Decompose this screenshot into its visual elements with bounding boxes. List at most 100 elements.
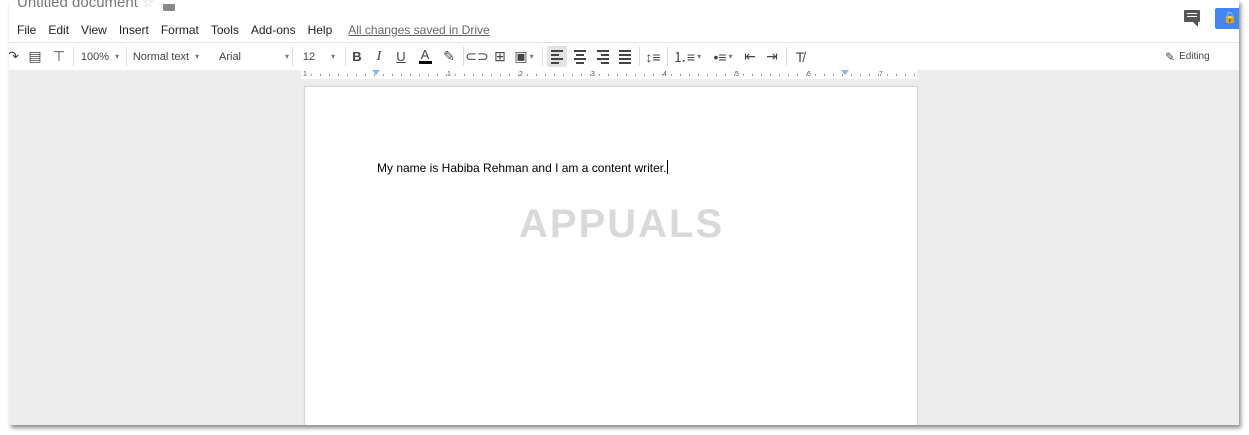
ruler-number: 4 (663, 71, 667, 78)
ruler-tick (752, 74, 753, 76)
underline-label: U (396, 49, 406, 64)
ruler-tick (914, 74, 915, 76)
ruler-tick (905, 74, 906, 76)
ruler-tick (455, 74, 456, 76)
ruler-tick (401, 74, 402, 76)
ruler-tick (869, 74, 870, 76)
ruler-tick (860, 74, 861, 76)
ruler-tick (518, 74, 519, 76)
ruler-tick (797, 74, 798, 76)
link-icon[interactable]: ⊂⊃ (465, 43, 488, 70)
ruler-tick (779, 74, 780, 76)
ruler-tick (536, 74, 537, 76)
menu-view[interactable]: View (81, 23, 107, 37)
add-comment-icon[interactable]: ⊞ (490, 43, 510, 70)
ruler-tick (338, 74, 339, 76)
paint-format-icon[interactable]: ⊤ (49, 43, 69, 70)
ruler-tick (365, 74, 366, 76)
ruler-tick (707, 74, 708, 76)
document-page[interactable]: My name is Habiba Rehman and I am a cont… (304, 86, 918, 425)
ruler-tick (815, 74, 816, 76)
ruler-tick (464, 74, 465, 76)
font-select[interactable]: Arial ▾ (209, 43, 289, 70)
save-status-link[interactable]: All changes saved in Drive (348, 23, 489, 37)
ruler-tick (410, 74, 411, 76)
editing-mode-label: Editing (1179, 51, 1210, 62)
menu-help[interactable]: Help (308, 23, 333, 37)
zoom-value: 100% (80, 50, 110, 63)
line-spacing-icon[interactable]: ↕≡ (643, 43, 663, 70)
document-title[interactable]: Untitled document (17, 0, 138, 11)
ruler-tick (491, 74, 492, 76)
chevron-down-icon: ▾ (195, 52, 200, 61)
ruler-tick (581, 74, 582, 76)
ruler-tick (626, 74, 627, 76)
text-color-button[interactable]: A (415, 43, 435, 70)
italic-button[interactable]: I (369, 43, 389, 70)
ruler-tick (671, 74, 672, 76)
ruler-tick (734, 74, 735, 76)
bold-label: B (352, 49, 362, 64)
menu-addons[interactable]: Add-ons (251, 23, 296, 37)
ruler-tick (788, 74, 789, 76)
align-right-icon[interactable] (593, 43, 613, 70)
font-size-select[interactable]: 12 ▾ (296, 43, 342, 70)
increase-indent-icon[interactable]: ⇥ (762, 43, 782, 70)
align-left-icon[interactable] (547, 46, 567, 67)
ruler-number: 5 (735, 71, 739, 78)
numbered-list-icon[interactable]: ⒈≡ ▾ (671, 43, 703, 70)
redo-icon[interactable]: ↷ (9, 43, 23, 70)
ruler-tick (878, 74, 879, 76)
share-button[interactable]: 🔒 (1215, 8, 1239, 29)
bulleted-list-icon[interactable]: •≡ ▾ (707, 43, 739, 70)
zoom-select[interactable]: 100% ▾ (77, 43, 123, 70)
ruler-tick (509, 74, 510, 76)
menu-format[interactable]: Format (161, 23, 199, 37)
menu-tools[interactable]: Tools (211, 23, 239, 37)
ruler-tick (545, 74, 546, 76)
ruler-tick (680, 74, 681, 76)
ruler-tick (428, 74, 429, 76)
ruler-tick (635, 74, 636, 76)
ruler-tick (419, 74, 420, 76)
document-text: My name is Habiba Rehman and I am a cont… (377, 161, 667, 175)
align-center-icon[interactable] (570, 43, 590, 70)
ruler-tick (689, 74, 690, 76)
ruler-number: 1 (447, 71, 451, 78)
decrease-indent-icon[interactable]: ⇤ (740, 43, 760, 70)
comments-icon[interactable] (1184, 10, 1200, 27)
editing-mode-button[interactable]: ✎ Editing (1165, 43, 1210, 70)
underline-button[interactable]: U (391, 43, 411, 70)
insert-image-icon[interactable]: ▣ ▾ (511, 43, 537, 70)
ruler-tick (896, 74, 897, 76)
document-body-text[interactable]: My name is Habiba Rehman and I am a cont… (377, 160, 669, 175)
menu-insert[interactable]: Insert (119, 23, 149, 37)
style-select[interactable]: Normal text ▾ (130, 43, 202, 70)
ruler-tick (833, 74, 834, 76)
app-header: Untitled document ☆ File Edit View Inser… (9, 0, 1239, 42)
pencil-icon: ✎ (1165, 49, 1176, 64)
ruler-tick (347, 74, 348, 76)
ruler-tick (392, 74, 393, 76)
font-size-value: 12 (302, 50, 316, 63)
ruler-tick (824, 74, 825, 76)
menu-file[interactable]: File (17, 23, 36, 37)
ruler-tick (311, 74, 312, 76)
folder-icon[interactable] (163, 4, 175, 11)
align-justify-icon[interactable] (615, 43, 635, 70)
ruler-tick (716, 74, 717, 76)
ruler-tick (887, 74, 888, 76)
ruler-tick (527, 74, 528, 76)
print-icon[interactable]: ▤ (25, 43, 45, 70)
clear-formatting-icon[interactable]: T̸ (790, 43, 810, 70)
ruler-tick (698, 74, 699, 76)
menu-edit[interactable]: Edit (48, 23, 69, 37)
bold-button[interactable]: B (347, 43, 367, 70)
star-icon[interactable]: ☆ (142, 0, 155, 11)
ruler-tick (482, 74, 483, 76)
ruler-tick (554, 74, 555, 76)
ruler-tick (644, 74, 645, 76)
ruler-tick (356, 74, 357, 76)
ruler[interactable]: 1 1 2 3 4 5 6 7 (9, 70, 1239, 79)
highlight-icon[interactable]: ✎ (439, 43, 459, 70)
